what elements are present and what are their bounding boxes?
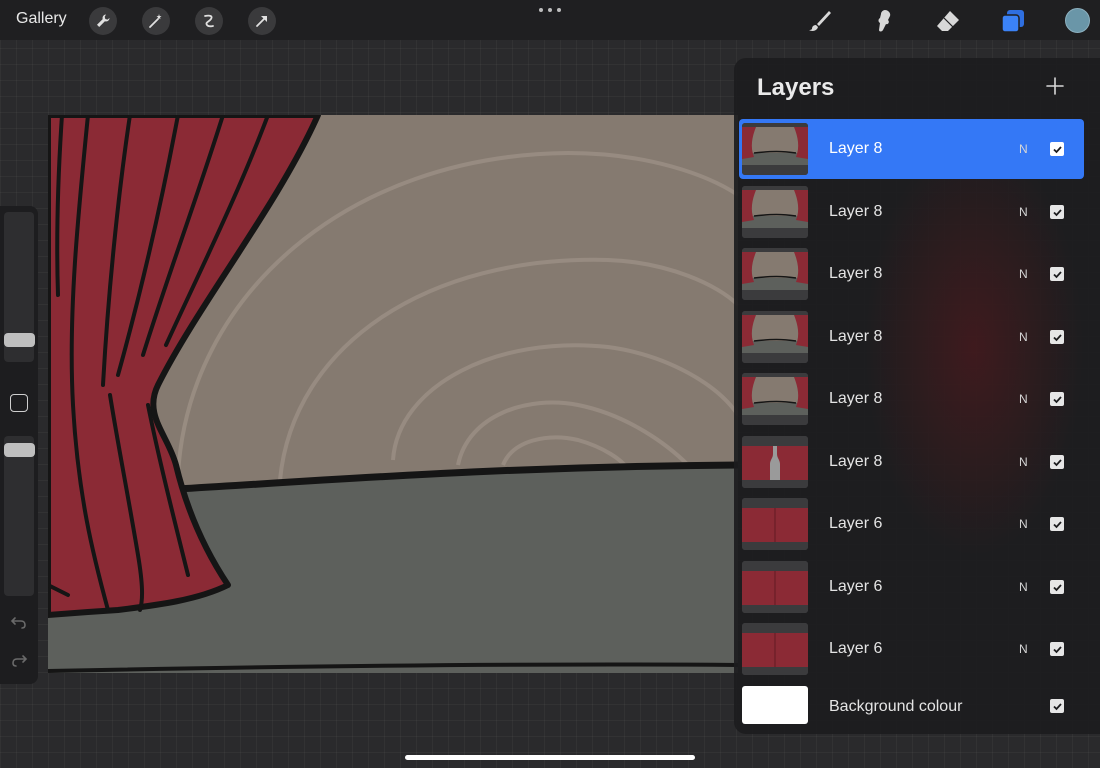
layer-thumbnail — [742, 311, 808, 363]
layer-name: Layer 6 — [829, 640, 883, 657]
layer-thumbnail — [742, 436, 808, 488]
background-colour-swatch[interactable] — [742, 686, 808, 724]
undo-icon[interactable] — [9, 612, 29, 632]
visibility-checkbox[interactable] — [1050, 267, 1064, 281]
layer-row-6[interactable]: Layer 8 N — [739, 432, 1084, 492]
blend-mode-button[interactable]: N — [1019, 517, 1028, 531]
layer-row-4[interactable]: Layer 8 N — [739, 307, 1084, 367]
layer-name: Layer 6 — [829, 578, 883, 595]
blend-mode-button[interactable]: N — [1019, 330, 1028, 344]
layer-name: Layer 6 — [829, 515, 883, 532]
more-options-icon[interactable] — [539, 8, 561, 14]
layers-panel-title: Layers — [757, 74, 835, 101]
layer-row-1[interactable]: Layer 8 N — [739, 119, 1084, 179]
color-picker-button[interactable] — [1065, 8, 1090, 33]
layer-thumbnail — [742, 248, 808, 300]
wrench-icon[interactable] — [89, 7, 117, 35]
layer-row-8[interactable]: Layer 6 N — [739, 557, 1084, 617]
brush-size-thumb[interactable] — [4, 333, 35, 347]
layer-row-3[interactable]: Layer 8 N — [739, 244, 1084, 304]
add-layer-plus-icon[interactable] — [1044, 75, 1066, 97]
layer-name: Layer 8 — [829, 328, 883, 345]
brush-icon[interactable] — [805, 6, 835, 36]
layer-row-9[interactable]: Layer 6 N — [739, 619, 1084, 679]
layer-name: Layer 8 — [829, 140, 883, 157]
visibility-checkbox[interactable] — [1050, 642, 1064, 656]
selection-icon[interactable] — [195, 7, 223, 35]
visibility-checkbox[interactable] — [1050, 580, 1064, 594]
layers-panel: Layers Layer 8 N Layer 8 N Layer 8 N Lay… — [734, 58, 1100, 734]
blend-mode-button[interactable]: N — [1019, 455, 1028, 469]
layer-row-5[interactable]: Layer 8 N — [739, 369, 1084, 429]
layer-row-7[interactable]: Layer 6 N — [739, 494, 1084, 554]
layer-row-2[interactable]: Layer 8 N — [739, 182, 1084, 242]
visibility-checkbox[interactable] — [1050, 392, 1064, 406]
visibility-checkbox[interactable] — [1050, 517, 1064, 531]
modifier-button[interactable] — [10, 394, 28, 412]
gallery-button[interactable]: Gallery — [16, 10, 67, 28]
layer-name: Layer 8 — [829, 453, 883, 470]
background-visibility-checkbox[interactable] — [1050, 699, 1064, 713]
blend-mode-button[interactable]: N — [1019, 580, 1028, 594]
blend-mode-button[interactable]: N — [1019, 267, 1028, 281]
background-colour-row[interactable]: Background colour — [739, 682, 1084, 730]
top-toolbar: Gallery — [0, 0, 1100, 40]
blend-mode-button[interactable]: N — [1019, 142, 1028, 156]
drawing-canvas[interactable] — [48, 115, 738, 673]
background-colour-label: Background colour — [829, 698, 963, 715]
visibility-checkbox[interactable] — [1050, 330, 1064, 344]
eraser-icon[interactable] — [933, 6, 963, 36]
visibility-checkbox[interactable] — [1050, 205, 1064, 219]
visibility-checkbox[interactable] — [1050, 455, 1064, 469]
visibility-checkbox[interactable] — [1050, 142, 1064, 156]
layers-icon[interactable] — [998, 6, 1028, 36]
blend-mode-button[interactable]: N — [1019, 642, 1028, 656]
layer-thumbnail — [742, 373, 808, 425]
home-indicator — [405, 755, 695, 760]
layer-thumbnail — [742, 123, 808, 175]
blend-mode-button[interactable]: N — [1019, 392, 1028, 406]
magic-wand-icon[interactable] — [142, 7, 170, 35]
layer-thumbnail — [742, 186, 808, 238]
layer-thumbnail — [742, 498, 808, 550]
blend-mode-button[interactable]: N — [1019, 205, 1028, 219]
transform-arrow-icon[interactable] — [248, 7, 276, 35]
layer-name: Layer 8 — [829, 203, 883, 220]
smudge-icon[interactable] — [869, 6, 899, 36]
layer-thumbnail — [742, 623, 808, 675]
redo-icon[interactable] — [9, 650, 29, 670]
layer-thumbnail — [742, 561, 808, 613]
layer-name: Layer 8 — [829, 265, 883, 282]
left-sidebar — [0, 206, 38, 684]
canvas-artwork — [48, 115, 738, 673]
layer-name: Layer 8 — [829, 390, 883, 407]
opacity-slider[interactable] — [4, 436, 34, 596]
opacity-thumb[interactable] — [4, 443, 35, 457]
